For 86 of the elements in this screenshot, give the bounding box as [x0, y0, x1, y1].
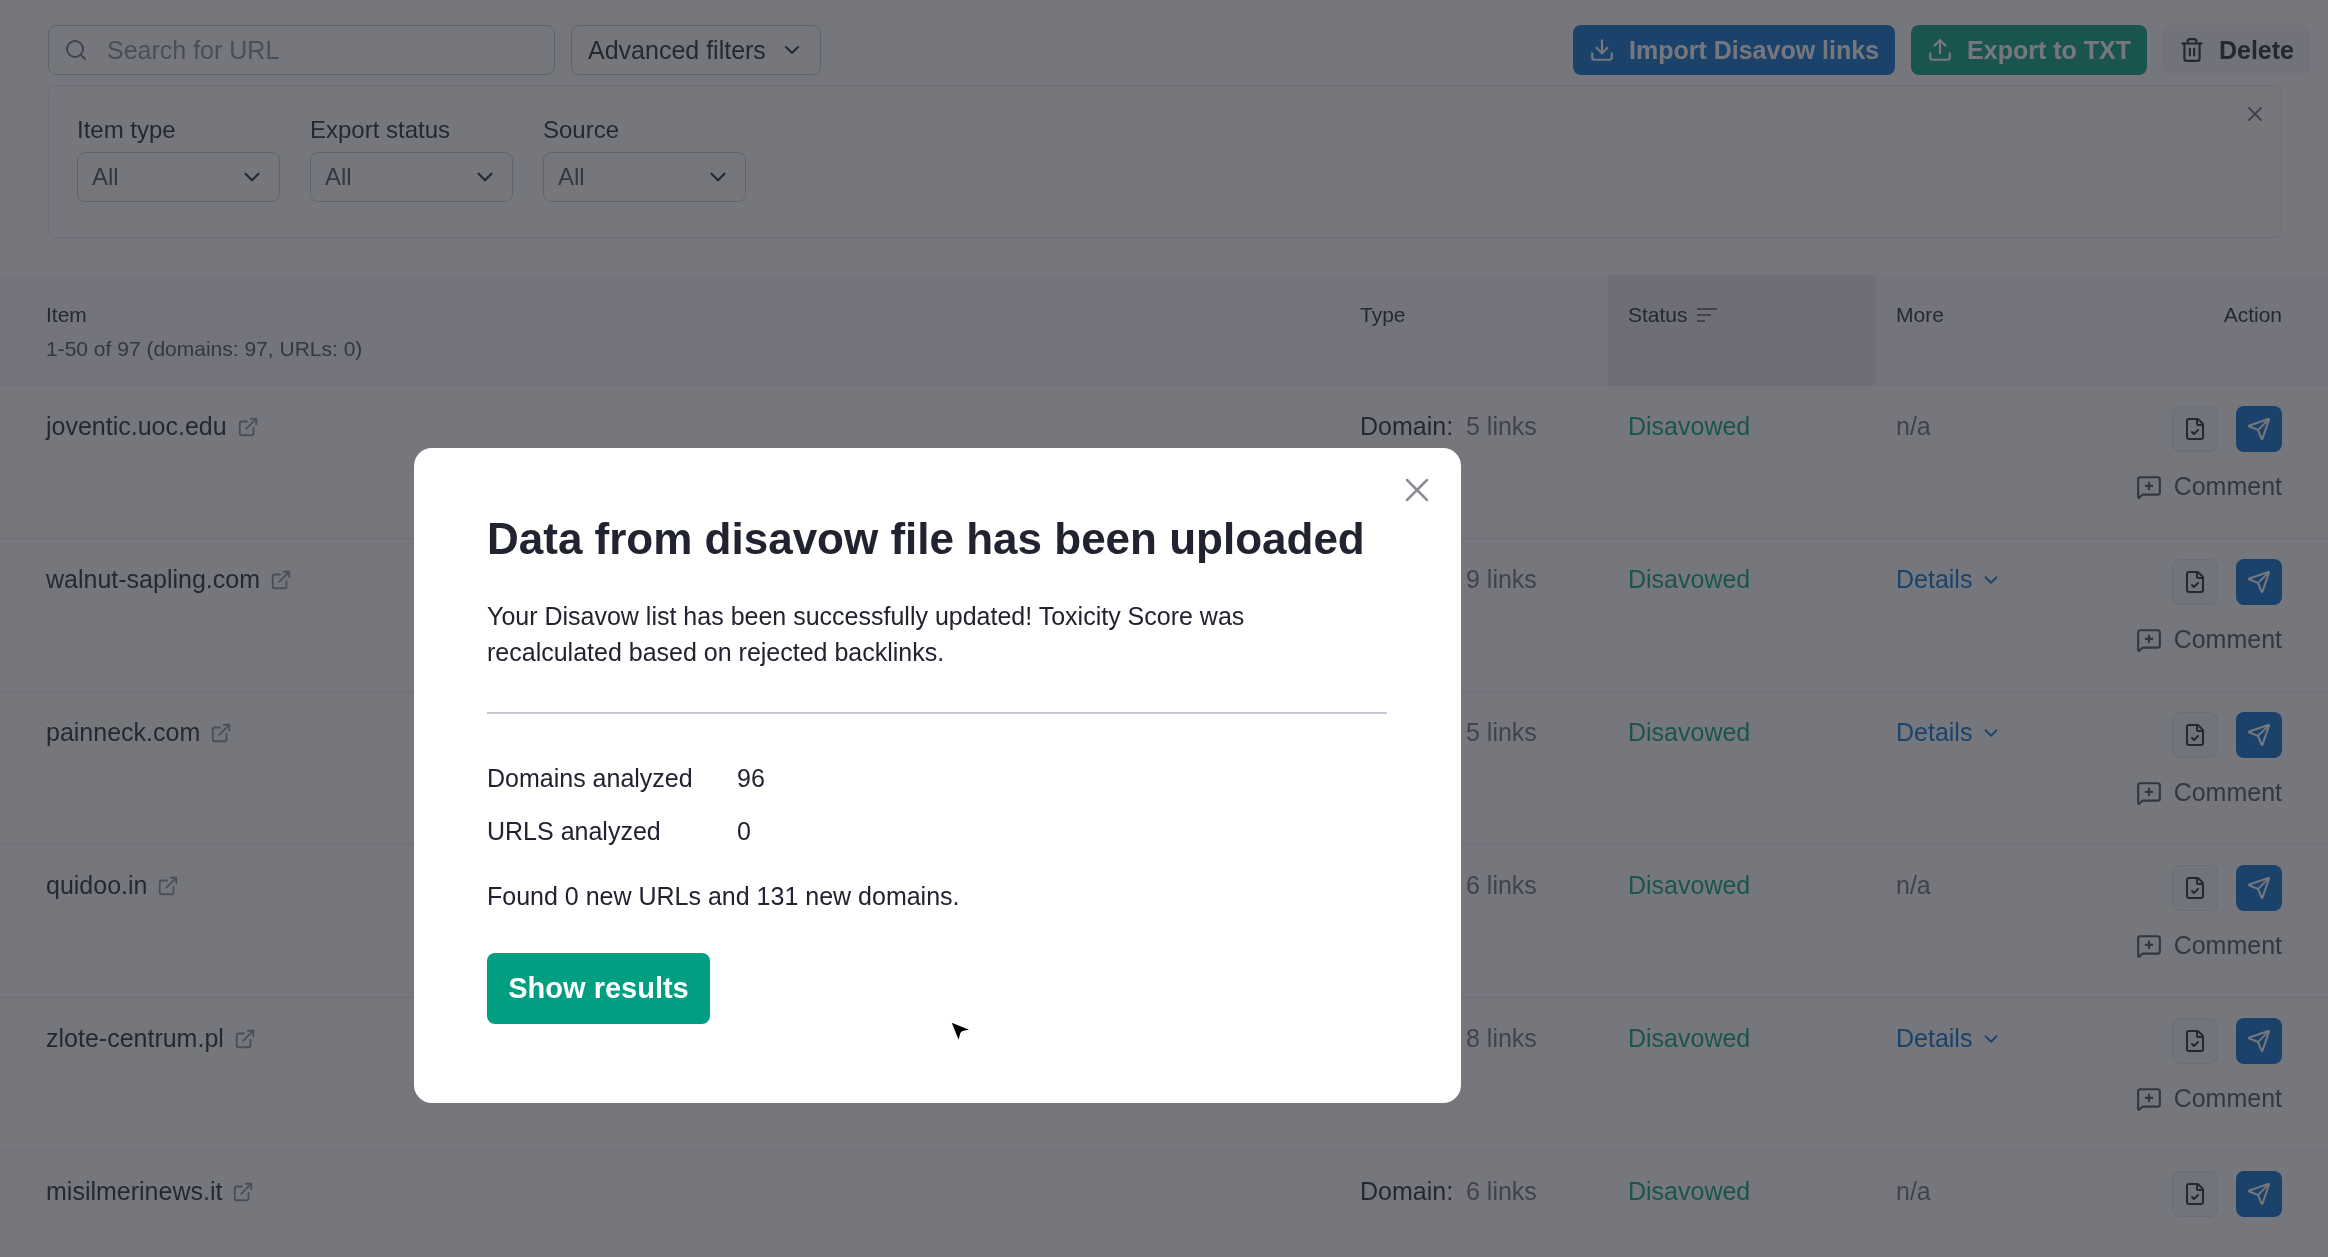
send-icon [2247, 417, 2271, 441]
comment-button[interactable]: Comment [2135, 625, 2282, 654]
item-link[interactable]: zlote-centrum.pl [46, 1024, 224, 1053]
send-button[interactable] [2236, 1018, 2282, 1064]
file-check-icon [2183, 1029, 2207, 1053]
item-link[interactable]: walnut-sapling.com [46, 565, 260, 594]
file-check-icon [2183, 417, 2207, 441]
send-button[interactable] [2236, 406, 2282, 452]
status-text: Disavowed [1628, 565, 1751, 593]
stat-value: 0 [737, 817, 752, 846]
summary-text: Found 0 new URLs and 131 new domains. [487, 882, 961, 911]
send-icon [2247, 876, 2271, 900]
stat-label: Domains analyzed [487, 764, 694, 793]
filter-label: Export status [310, 116, 452, 144]
send-button[interactable] [2236, 1171, 2282, 1217]
status-text: Disavowed [1628, 1024, 1751, 1052]
send-icon [2247, 1029, 2271, 1053]
item-link[interactable]: joventic.uoc.edu [46, 412, 227, 441]
send-icon [2247, 570, 2271, 594]
upload-icon [1927, 37, 1954, 63]
stat-value: 96 [737, 764, 766, 793]
external-link-icon[interactable] [232, 1180, 255, 1203]
comment-button[interactable]: Comment [2135, 931, 2282, 960]
file-check-button[interactable] [2172, 406, 2218, 452]
status-text: Disavowed [1628, 1177, 1751, 1205]
stat-label: URLS analyzed [487, 817, 662, 846]
filter-select[interactable]: All [310, 152, 513, 202]
comment-icon [2135, 1085, 2162, 1112]
send-button[interactable] [2236, 865, 2282, 911]
send-button[interactable] [2236, 712, 2282, 758]
filter-label: Source [543, 116, 621, 144]
show-results-button[interactable]: Show results [487, 953, 710, 1024]
external-link-icon[interactable] [233, 1027, 256, 1050]
details-button[interactable]: Details [1896, 565, 2003, 594]
column-header: More [1896, 303, 1944, 327]
item-link[interactable]: quidoo.in [46, 871, 148, 900]
file-check-button[interactable] [2172, 1018, 2218, 1064]
filter-label: Item type [77, 116, 177, 144]
comment-button[interactable]: Comment [2135, 1084, 2282, 1113]
file-check-icon [2183, 876, 2207, 900]
external-link-icon[interactable] [236, 415, 259, 438]
details-button[interactable]: Details [1896, 1024, 2003, 1053]
send-icon [2247, 1182, 2271, 1206]
comment-icon [2135, 932, 2162, 959]
item-count: 1-50 of 97 (domains: 97, URLs: 0) [46, 337, 363, 361]
comment-icon [2135, 779, 2162, 806]
type-label: Domain: [1360, 412, 1455, 441]
file-check-button[interactable] [2172, 865, 2218, 911]
comment-button[interactable]: Comment [2135, 472, 2282, 501]
status-text: Disavowed [1628, 718, 1751, 746]
file-check-button[interactable] [2172, 1171, 2218, 1217]
item-link[interactable]: painneck.com [46, 718, 201, 747]
column-header: Type [1360, 303, 1406, 327]
advanced-filters-button[interactable]: Advanced filters [571, 25, 821, 75]
column-header: Item [46, 303, 87, 327]
import-button[interactable]: Import Disavow links [1573, 25, 1896, 75]
comment-button[interactable]: Comment [2135, 778, 2282, 807]
export-button[interactable]: Export to TXT [1911, 25, 2147, 75]
comment-icon [2135, 626, 2162, 653]
filter-select[interactable]: All [543, 152, 746, 202]
file-check-button[interactable] [2172, 559, 2218, 605]
sort-icon [1695, 306, 1718, 324]
file-check-button[interactable] [2172, 712, 2218, 758]
send-icon [2247, 723, 2271, 747]
external-link-icon[interactable] [157, 874, 180, 897]
status-text: Disavowed [1628, 871, 1751, 899]
search-icon [64, 38, 88, 62]
item-link[interactable]: misilmerinews.it [46, 1177, 223, 1206]
delete-button[interactable]: Delete [2162, 25, 2310, 75]
modal-message: Your Disavow list has been successfully updated! Toxicity Score was recalculated based on rejected backlinks. [487, 601, 1246, 668]
external-link-icon[interactable] [270, 568, 292, 591]
column-header: Action [2223, 303, 2282, 327]
file-check-icon [2183, 723, 2207, 747]
file-check-icon [2183, 1182, 2207, 1206]
modal-title: Data from disavow file has been uploaded [487, 514, 1366, 564]
type-label: Domain: [1360, 1177, 1455, 1206]
filter-select[interactable]: All [77, 152, 280, 202]
trash-icon [2178, 37, 2205, 63]
column-header: Status [1628, 303, 1688, 327]
comment-icon [2135, 473, 2162, 500]
file-check-icon [2183, 570, 2207, 594]
send-button[interactable] [2236, 559, 2282, 605]
download-icon [1589, 37, 1615, 63]
details-button[interactable]: Details [1896, 718, 2003, 747]
external-link-icon[interactable] [210, 721, 233, 744]
status-text: Disavowed [1628, 412, 1751, 440]
